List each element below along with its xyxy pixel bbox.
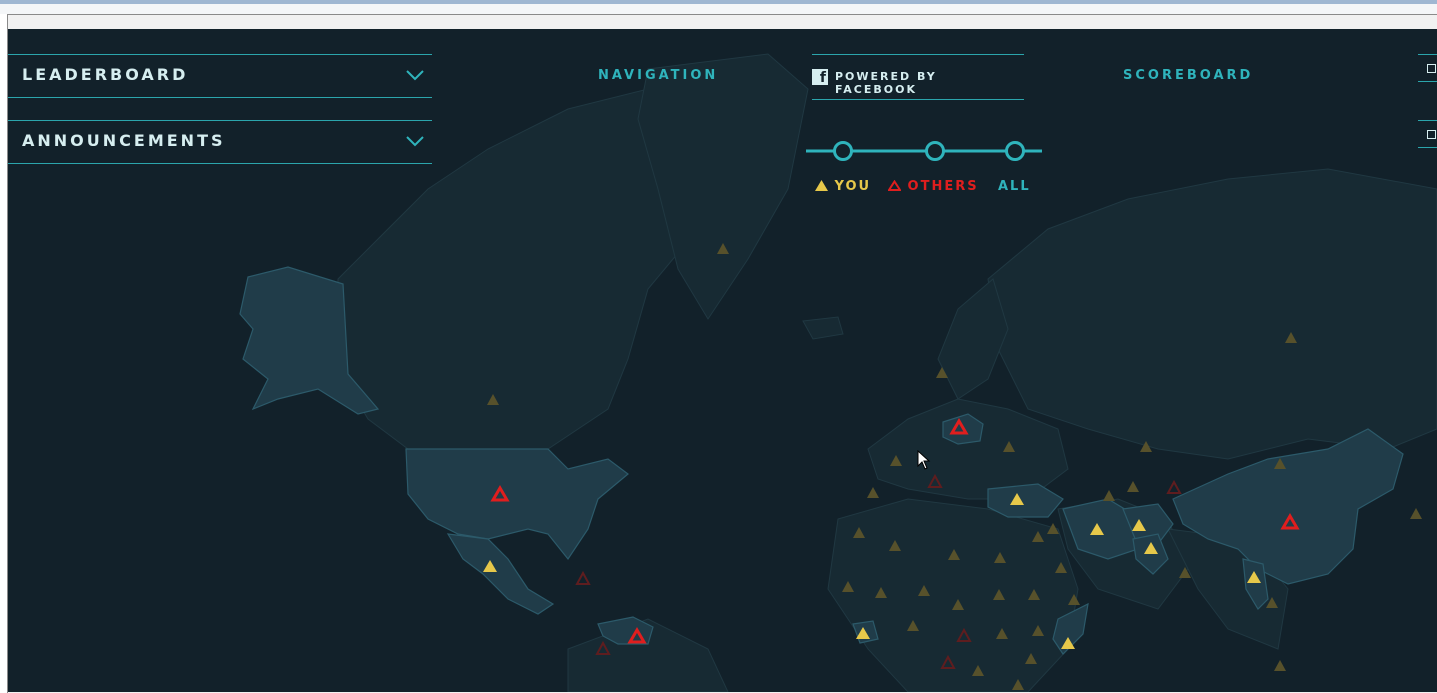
announcements-panel[interactable]: ANNOUNCEMENTS — [8, 120, 432, 164]
chevron-down-icon[interactable] — [406, 135, 424, 147]
filter-you[interactable]: YOU — [815, 179, 871, 194]
triangle-icon — [1274, 660, 1286, 671]
leaderboard-title: LEADERBOARD — [22, 65, 189, 84]
powered-by-label: POWERED BY FACEBOOK — [835, 70, 937, 96]
filter-others-label: OTHERS — [907, 179, 979, 194]
filter-all[interactable]: ALL — [998, 179, 1031, 194]
right-panel-control-1[interactable] — [1418, 54, 1437, 82]
triangle-icon — [815, 180, 828, 191]
scoreboard-link[interactable]: SCOREBOARD — [1123, 68, 1253, 83]
filter-slider[interactable] — [806, 137, 1046, 165]
leaderboard-panel[interactable]: LEADERBOARD — [8, 54, 432, 98]
cursor-icon — [917, 450, 931, 470]
filter-you-label: YOU — [834, 179, 872, 194]
powered-by-facebook: f POWERED BY FACEBOOK — [812, 54, 1024, 100]
triangle-icon — [1166, 479, 1182, 494]
triangle-icon — [1103, 490, 1115, 501]
iceland-region — [802, 316, 844, 340]
slider-stop-you — [833, 141, 853, 161]
mexico-region — [446, 533, 555, 615]
greenland-region — [637, 53, 809, 320]
africa-region — [827, 498, 1079, 692]
right-panel-control-2[interactable] — [1418, 120, 1437, 148]
scandinavia-region — [937, 278, 1009, 400]
checkbox-icon[interactable] — [1427, 64, 1436, 73]
usa-region — [405, 448, 629, 561]
filter-others[interactable]: OTHERS — [887, 179, 979, 194]
navigation-link[interactable]: NAVIGATION — [598, 68, 718, 83]
filter-all-label: ALL — [998, 179, 1031, 194]
facebook-icon: f — [812, 69, 828, 86]
triangle-icon — [1410, 508, 1422, 519]
window-top-strip — [0, 4, 1437, 14]
turkey-region — [987, 483, 1064, 518]
triangle-icon — [1127, 481, 1139, 492]
russia-region — [987, 168, 1437, 460]
slider-stop-others — [925, 141, 945, 161]
triangle-icon — [575, 570, 591, 585]
announcements-title: ANNOUNCEMENTS — [22, 131, 226, 150]
slider-stop-all — [1005, 141, 1025, 161]
chevron-down-icon[interactable] — [406, 69, 424, 81]
triangle-icon — [867, 487, 879, 498]
game-viewport: LEADERBOARD ANNOUNCEMENTS NAVIGATION f P… — [8, 29, 1437, 692]
triangle-icon — [887, 179, 902, 191]
checkbox-icon[interactable] — [1427, 130, 1436, 139]
